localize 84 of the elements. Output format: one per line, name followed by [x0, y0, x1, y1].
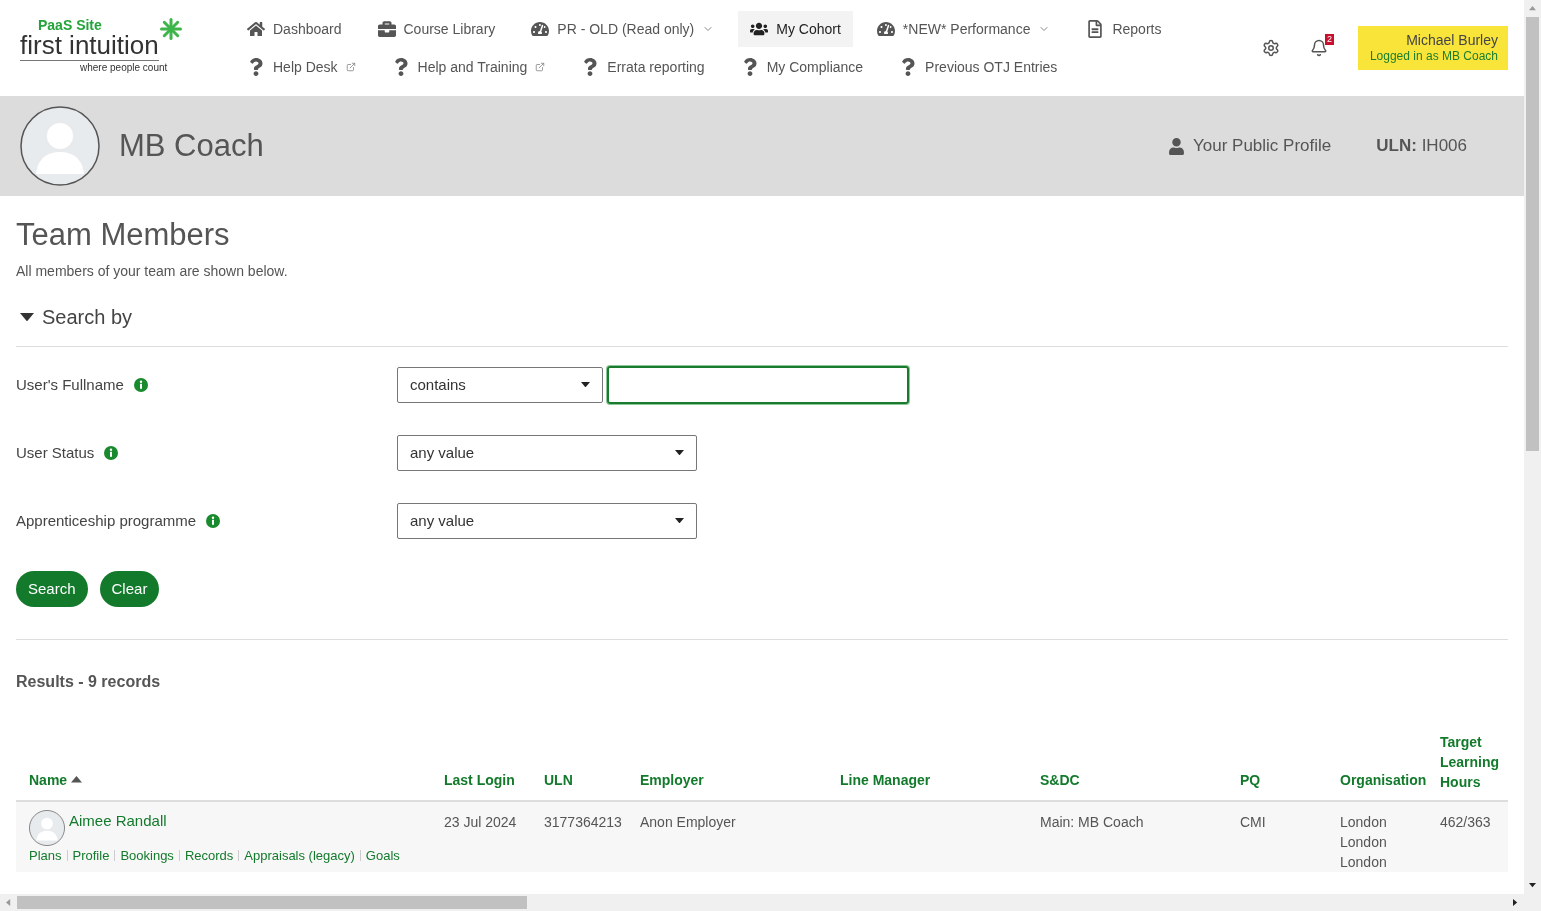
nav-link[interactable]: Previous OTJ Entries	[887, 49, 1070, 85]
page-title: Team Members	[16, 216, 231, 254]
value-select[interactable]: any value	[397, 434, 697, 471]
operator-select[interactable]: contains	[397, 366, 603, 403]
value-select[interactable]: any value	[397, 502, 697, 539]
member-action-link[interactable]: Bookings	[120, 845, 174, 866]
nav-link[interactable]: Help Desk	[235, 49, 368, 85]
sort-ascending-icon	[71, 776, 83, 784]
column-header[interactable]: PQ	[1240, 769, 1261, 790]
briefcase-icon	[377, 20, 396, 38]
column-header[interactable]: Line Manager	[840, 769, 931, 790]
column-header[interactable]: Organisation	[1340, 769, 1427, 790]
nav-link[interactable]: *NEW* Performance	[864, 11, 1063, 47]
member-action-link[interactable]: Plans	[29, 845, 62, 866]
field-label: User Status	[16, 442, 95, 463]
employer-cell: Anon Employer	[640, 813, 736, 830]
page-subtitle: All members of your team are shown below.	[16, 261, 289, 281]
horizontal-scrollbar[interactable]	[0, 894, 1524, 911]
nav-link[interactable]: Errata reporting	[569, 49, 717, 85]
nav-link[interactable]: Reports	[1074, 11, 1174, 47]
organisation-cell-text: London	[1340, 832, 1388, 852]
nav-link[interactable]: My Cohort	[738, 11, 853, 47]
settings-icon[interactable]	[1262, 39, 1280, 57]
organisation-cell-text: London	[1340, 852, 1388, 872]
caret-down-icon	[581, 382, 590, 388]
info-icon	[104, 445, 119, 460]
scroll-up-icon	[1529, 6, 1536, 11]
column-header[interactable]: ULN	[544, 769, 573, 790]
field-label: Apprenticeship programme	[16, 510, 197, 531]
field-label: User's Fullname	[16, 374, 124, 395]
bell-icon	[1310, 39, 1328, 57]
member-name-link[interactable]: Aimee Randall	[69, 809, 167, 833]
search-button[interactable]: Search	[16, 570, 88, 607]
search-by-toggle[interactable]: Search by	[20, 301, 133, 332]
notifications-button[interactable]: 2	[1308, 37, 1330, 59]
target-hours-cell: 462/363	[1440, 813, 1491, 830]
caret-down-icon	[20, 312, 34, 321]
clear-button[interactable]: Clear	[99, 570, 160, 607]
column-header[interactable]: Last Login	[444, 769, 515, 790]
info-icon	[133, 377, 148, 392]
scroll-down-icon	[1529, 883, 1536, 888]
users-icon	[750, 20, 769, 38]
nav-link[interactable]: Course Library	[365, 11, 508, 47]
pq-cell: CMI	[1240, 813, 1266, 830]
avatar-icon	[20, 106, 100, 186]
column-header[interactable]: Employer	[640, 769, 704, 790]
user-icon	[1168, 137, 1185, 155]
logo[interactable]: PaaS Site first intuition where people count	[20, 18, 185, 74]
external-link-icon	[345, 62, 356, 72]
member-action-link[interactable]: Appraisals (legacy)	[244, 845, 355, 866]
nav-link[interactable]: Dashboard	[235, 11, 354, 47]
nav-link[interactable]: My Compliance	[728, 49, 876, 85]
home-icon	[247, 20, 265, 38]
external-link-icon	[535, 62, 546, 72]
vertical-scrollbar[interactable]	[1524, 0, 1541, 911]
organisation-cell-text: London	[1340, 812, 1388, 832]
question-icon	[247, 58, 265, 76]
member-action-link[interactable]: Goals	[365, 845, 400, 866]
user-menu[interactable]: Michael Burley Logged in as MB Coach	[1358, 26, 1508, 70]
gauge-icon	[876, 20, 895, 38]
results-summary: Results - 9 records	[16, 671, 162, 692]
caret-down-icon	[675, 450, 684, 456]
member-action-link[interactable]: Records	[184, 845, 234, 866]
sdc-cell: Main: MB Coach	[1040, 813, 1144, 830]
nav-link[interactable]: PR - OLD (Read only)	[519, 11, 727, 47]
member-action-link[interactable]: Profile	[72, 845, 110, 866]
scroll-left-icon	[6, 899, 11, 906]
public-profile-link[interactable]: Your Public Profile	[1168, 133, 1332, 159]
last-login-cell: 23 Jul 2024	[444, 813, 517, 830]
column-header[interactable]: Target Learning Hours	[1440, 731, 1508, 792]
avatar-icon	[29, 809, 65, 846]
scroll-right-icon	[1513, 899, 1518, 906]
column-header[interactable]: S&DC	[1040, 769, 1080, 790]
notification-count: 2	[1325, 34, 1334, 45]
gauge-icon	[531, 20, 550, 38]
fullname-input[interactable]	[607, 365, 909, 404]
column-header[interactable]: Name	[29, 769, 83, 790]
caret-down-icon	[675, 518, 684, 524]
document-icon	[1086, 20, 1105, 38]
uln-text: ULN: IH006	[1376, 135, 1467, 158]
info-icon	[206, 513, 221, 528]
uln-cell: 3177364213	[544, 813, 622, 830]
nav-link[interactable]: Help and Training	[379, 49, 558, 85]
profile-name: MB Coach	[119, 126, 264, 165]
